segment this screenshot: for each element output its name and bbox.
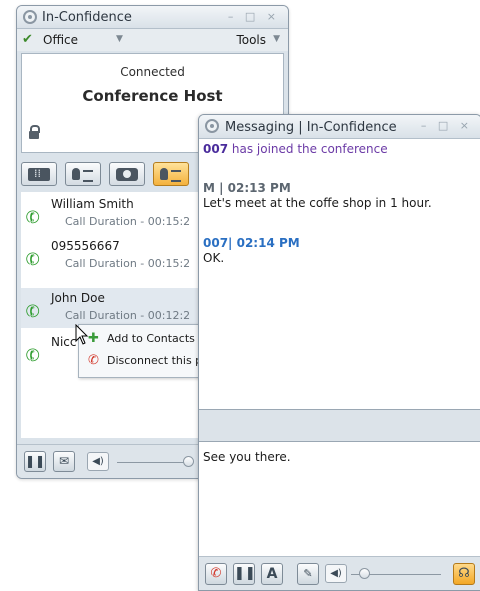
volume-icon[interactable]: ◀) bbox=[325, 564, 347, 583]
contacts-icon bbox=[72, 168, 94, 182]
hangup-icon: ✆ bbox=[88, 353, 99, 368]
message-header: M | 02:13 PM bbox=[203, 181, 291, 195]
messaging-window-title: Messaging | In-Confidence bbox=[225, 120, 397, 135]
menu-item-add-contact[interactable]: ✚ Add to Contacts bbox=[79, 328, 204, 350]
call-duration: Call Duration - 00:12:2 bbox=[65, 309, 191, 322]
volume-icon[interactable]: ◀) bbox=[87, 452, 109, 471]
message-header: 007| 02:14 PM bbox=[203, 236, 300, 250]
message-text: OK. bbox=[203, 251, 225, 265]
history-icon bbox=[116, 168, 138, 181]
volume-slider-handle[interactable] bbox=[359, 568, 370, 579]
message-text: Let's meet at the coffe shop in 1 hour. bbox=[203, 196, 432, 210]
office-status-icon: ✔ bbox=[22, 32, 33, 47]
hangup-button[interactable]: ✆ bbox=[205, 563, 227, 585]
connection-status: Connected bbox=[120, 65, 185, 79]
caller-name: John Doe bbox=[51, 291, 105, 305]
window-controls[interactable]: – □ × bbox=[421, 119, 473, 132]
call-context-menu: ✚ Add to Contacts ✆ Disconnect this p bbox=[78, 324, 205, 378]
conference-icon bbox=[160, 168, 182, 182]
window-controls[interactable]: – □ × bbox=[228, 10, 280, 23]
volume-slider-track[interactable] bbox=[117, 462, 187, 463]
main-window-title: In-Confidence bbox=[42, 10, 132, 25]
main-menubar: ✔ Office ▼ Tools ▼ bbox=[17, 29, 288, 51]
call-duration: Call Duration - 00:15:2 bbox=[65, 257, 191, 270]
chat-history: 007 has joined the conference M | 02:13 … bbox=[199, 139, 480, 410]
font-button[interactable]: A bbox=[261, 563, 283, 585]
messaging-toolbar: ✆ ❚❚ A ✎ ◀) ☊ bbox=[199, 556, 480, 590]
app-logo-icon bbox=[205, 119, 219, 133]
compose-text: See you there. bbox=[203, 450, 291, 464]
held-call-icon: ✆ bbox=[23, 344, 44, 368]
tools-dropdown-icon[interactable]: ▼ bbox=[273, 34, 280, 44]
join-user: 007 bbox=[203, 142, 229, 156]
office-dropdown-icon[interactable]: ▼ bbox=[116, 34, 123, 44]
active-call-icon: ✆ bbox=[23, 300, 44, 324]
office-menu[interactable]: Office bbox=[43, 33, 78, 47]
call-duration: Call Duration - 00:15:2 bbox=[65, 215, 191, 228]
caller-name: William Smith bbox=[51, 197, 134, 211]
conference-host-label: Conference Host bbox=[82, 87, 223, 105]
volume-slider-handle[interactable] bbox=[183, 456, 194, 467]
hold-button[interactable]: ❚❚ bbox=[233, 563, 256, 585]
caller-name: 095556667 bbox=[51, 239, 120, 253]
messaging-titlebar[interactable]: Messaging | In-Confidence – □ × bbox=[199, 115, 480, 139]
headset-button[interactable]: ☊ bbox=[453, 563, 475, 585]
join-text: has joined the conference bbox=[228, 142, 388, 156]
app-logo-icon bbox=[23, 10, 37, 24]
tab-dialpad[interactable] bbox=[21, 162, 57, 186]
add-contact-icon: ✚ bbox=[88, 331, 99, 346]
tools-menu[interactable]: Tools bbox=[236, 33, 266, 47]
tab-conference[interactable] bbox=[153, 162, 189, 186]
hold-button[interactable]: ❚❚ bbox=[24, 451, 46, 472]
lock-icon bbox=[29, 125, 40, 139]
main-titlebar[interactable]: In-Confidence – □ × bbox=[17, 6, 288, 29]
active-call-icon: ✆ bbox=[23, 206, 44, 230]
menu-item-disconnect[interactable]: ✆ Disconnect this p bbox=[79, 350, 204, 372]
send-file-button[interactable]: ✎ bbox=[297, 563, 319, 585]
tab-contacts[interactable] bbox=[65, 162, 101, 186]
tab-history[interactable] bbox=[109, 162, 145, 186]
menu-item-label: Disconnect this p bbox=[107, 354, 203, 367]
menu-item-label: Add to Contacts bbox=[107, 332, 195, 345]
active-call-icon: ✆ bbox=[23, 248, 44, 272]
join-notice: 007 has joined the conference bbox=[203, 142, 388, 156]
caller-name: Nicc bbox=[51, 335, 77, 349]
chat-button[interactable]: ✉ bbox=[53, 451, 75, 472]
keypad-icon bbox=[28, 167, 50, 181]
message-compose-input[interactable]: See you there. bbox=[199, 441, 480, 558]
messaging-window: Messaging | In-Confidence – □ × 007 has … bbox=[198, 114, 480, 591]
